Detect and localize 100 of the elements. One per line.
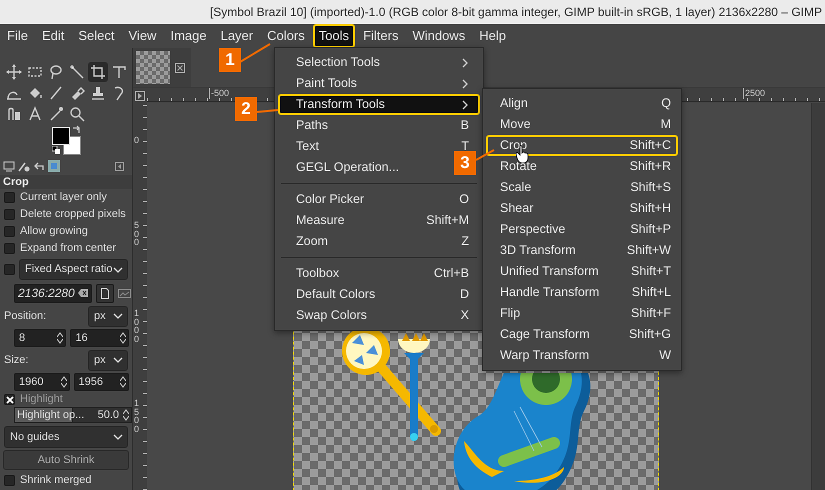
menu-item[interactable]: Rotate Shift+R bbox=[486, 156, 678, 177]
menu-item[interactable]: Measure Shift+M bbox=[278, 210, 480, 231]
unit-dropdown[interactable]: px bbox=[88, 350, 128, 370]
checkbox[interactable] bbox=[4, 209, 15, 220]
image-tab[interactable] bbox=[133, 48, 191, 87]
brush-icon[interactable] bbox=[48, 85, 64, 101]
undo-icon[interactable] bbox=[33, 160, 45, 172]
aspect-mode-dropdown[interactable]: Fixed Aspect ratio bbox=[19, 259, 128, 280]
menu-item[interactable]: Align Q bbox=[486, 93, 678, 114]
landscape-icon[interactable] bbox=[118, 288, 131, 298]
leader-line bbox=[256, 109, 279, 113]
panel-title: Crop bbox=[0, 175, 132, 189]
scrollbar[interactable] bbox=[811, 103, 825, 490]
menu-item[interactable]: Shear Shift+H bbox=[486, 198, 678, 219]
spin-arrows-icon bbox=[57, 332, 64, 344]
reset-colors-icon[interactable] bbox=[52, 146, 61, 155]
color-swatches-icon[interactable] bbox=[52, 127, 81, 155]
menu-item[interactable]: Paint Tools bbox=[278, 73, 480, 94]
ruler-label: 2500 bbox=[743, 88, 766, 99]
menu-item[interactable]: Flip Shift+F bbox=[486, 303, 678, 324]
menu-item[interactable]: Cage Transform Shift+G bbox=[486, 324, 678, 345]
menu-item[interactable]: File bbox=[1, 24, 34, 48]
guides-dropdown[interactable]: No guides bbox=[4, 426, 128, 448]
chevron-down-icon bbox=[113, 266, 123, 274]
spin-field[interactable]: 16 bbox=[70, 329, 129, 347]
opacity-slider[interactable]: Highlight op... 50.0 bbox=[14, 407, 132, 423]
navigate-icon[interactable] bbox=[135, 90, 145, 100]
menu-item[interactable]: Color Picker O bbox=[278, 189, 480, 210]
spin-arrows-icon[interactable] bbox=[123, 409, 129, 421]
image-thumbnail-icon[interactable] bbox=[48, 160, 60, 172]
checkbox[interactable] bbox=[4, 226, 15, 237]
ruler-label: 1000 bbox=[134, 309, 139, 344]
option-label: Expand from center bbox=[20, 241, 116, 256]
menu-item[interactable]: Toolbox Ctrl+B bbox=[278, 263, 480, 284]
menu-item[interactable]: Handle Transform Shift+L bbox=[486, 282, 678, 303]
option-label: Shrink merged bbox=[20, 473, 92, 488]
menu-item[interactable]: Select bbox=[72, 24, 120, 48]
menu-item[interactable]: Move M bbox=[486, 114, 678, 135]
swap-arrows-icon[interactable] bbox=[72, 125, 81, 134]
checkbox[interactable] bbox=[4, 264, 15, 275]
checkbox[interactable] bbox=[4, 192, 15, 203]
menu-item[interactable]: Layer bbox=[214, 24, 260, 48]
spin-field[interactable]: 1960 bbox=[14, 373, 70, 391]
menu-item[interactable]: Zoom Z bbox=[278, 231, 480, 252]
menu-item[interactable]: Perspective Shift+P bbox=[486, 219, 678, 240]
leader-line bbox=[475, 149, 495, 161]
menu-item[interactable]: Transform Tools bbox=[278, 94, 480, 115]
menu-item[interactable]: Scale Shift+S bbox=[486, 177, 678, 198]
checkbox[interactable] bbox=[4, 394, 15, 405]
option-label: Allow growing bbox=[20, 224, 88, 240]
ruler-label: -500 bbox=[209, 88, 230, 99]
menu-item[interactable]: Filters bbox=[357, 24, 404, 48]
menu-item[interactable]: Image bbox=[164, 24, 213, 48]
menu-item[interactable]: Selection Tools bbox=[278, 52, 480, 73]
lasso-icon[interactable] bbox=[48, 64, 64, 80]
menu-item[interactable]: Tools bbox=[312, 24, 356, 48]
spin-field[interactable]: 1956 bbox=[74, 373, 129, 391]
transform-icon[interactable] bbox=[111, 64, 127, 80]
menu-item[interactable]: View bbox=[122, 24, 162, 48]
clear-icon[interactable] bbox=[78, 289, 88, 297]
stamp-icon[interactable] bbox=[90, 85, 106, 101]
spin-arrows-icon bbox=[120, 376, 126, 388]
spin-arrows-icon bbox=[60, 376, 66, 388]
menu-item[interactable]: Colors bbox=[261, 24, 311, 48]
menu-item[interactable]: GEGL Operation... bbox=[278, 157, 410, 178]
close-icon[interactable] bbox=[175, 62, 185, 72]
menu-item[interactable]: Warp Transform W bbox=[486, 345, 678, 366]
checkbox[interactable] bbox=[4, 243, 15, 254]
unit-dropdown[interactable]: px bbox=[88, 306, 128, 326]
eyedropper-icon[interactable] bbox=[48, 106, 64, 122]
field-label: Position: bbox=[4, 308, 46, 324]
spin-arrows-icon bbox=[120, 332, 126, 344]
option-label: Highlight bbox=[20, 392, 63, 408]
zoom-icon[interactable] bbox=[69, 106, 85, 122]
menu-item[interactable]: Unified Transform Shift+T bbox=[486, 261, 678, 282]
option-label: Delete cropped pixels bbox=[20, 207, 126, 222]
document-icon[interactable] bbox=[101, 288, 109, 298]
menu-item[interactable]: 3D Transform Shift+W bbox=[486, 240, 678, 261]
chevron-right-icon bbox=[461, 58, 469, 68]
aspect-ratio-field[interactable]: 2136:2280 bbox=[14, 284, 92, 302]
checkbox[interactable] bbox=[4, 475, 15, 486]
menu-item[interactable]: Swap Colors X bbox=[278, 305, 480, 326]
move-icon[interactable] bbox=[6, 64, 22, 80]
slider-reading: 50.0 bbox=[98, 408, 119, 423]
step-number: 2 bbox=[235, 97, 257, 121]
monitor-icon[interactable] bbox=[3, 160, 15, 172]
ruler-label: 0 bbox=[134, 136, 139, 145]
wand-icon[interactable] bbox=[69, 64, 85, 80]
panel-menu-icon[interactable] bbox=[115, 162, 124, 170]
text-tool-icon[interactable] bbox=[27, 106, 43, 122]
window-title: [Symbol Brazil 10] (imported)-1.0 (RGB color 8-bit gamma integer, GIMP built-in sRGB, 1 layer) 2136x2280 – GIMP bbox=[210, 4, 822, 21]
menu-item[interactable]: Default Colors D bbox=[278, 284, 480, 305]
chevron-down-icon bbox=[113, 356, 123, 364]
menu-item[interactable]: Help bbox=[473, 24, 512, 48]
auto-shrink-button[interactable]: Auto Shrink bbox=[3, 450, 129, 470]
crop-icon[interactable] bbox=[90, 64, 106, 80]
spin-field[interactable]: 8 bbox=[14, 329, 66, 347]
menu-item[interactable]: Edit bbox=[36, 24, 70, 48]
menu-item[interactable]: Paths B bbox=[278, 115, 480, 136]
menu-item[interactable]: Windows bbox=[406, 24, 472, 48]
